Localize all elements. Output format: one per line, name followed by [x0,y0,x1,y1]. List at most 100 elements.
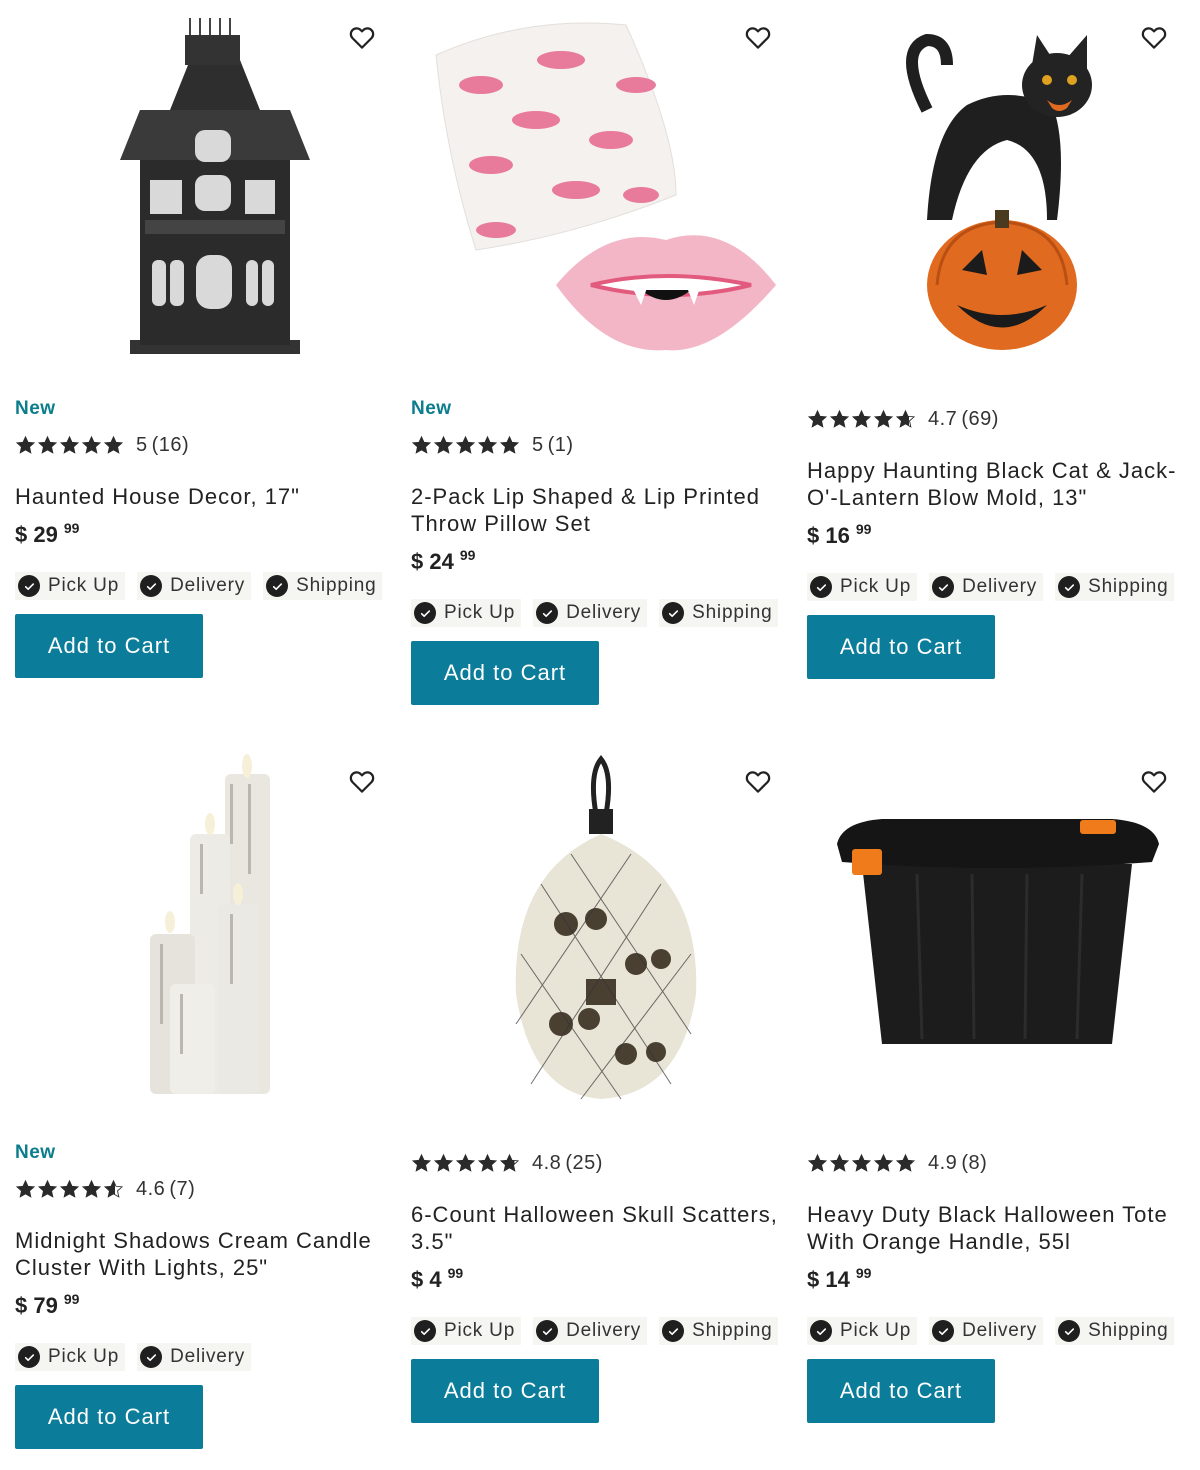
new-badge: New [411,398,452,419]
check-circle-icon [414,602,436,624]
add-to-cart-button[interactable]: Add to Cart [411,1359,599,1423]
price-dollars: $ 14 [807,1267,850,1292]
check-circle-icon [140,575,163,597]
price-dollars: $ 29 [15,522,58,547]
star-icon [103,1179,124,1198]
star-icon [59,435,80,454]
add-to-cart-button[interactable]: Add to Cart [807,1359,995,1423]
star-icon [81,435,102,454]
rating-value: 4.9 [928,1152,958,1174]
add-to-cart-button[interactable]: Add to Cart [15,614,203,678]
check-circle-icon [810,576,832,598]
fulfillment-options: Pick Up Delivery [15,1343,395,1371]
add-to-cart-button[interactable]: Add to Cart [15,1385,203,1449]
add-to-cart-button[interactable]: Add to Cart [807,615,995,679]
review-count[interactable]: (69) [961,408,999,431]
rating: 4.8 (25) [411,1152,791,1175]
product-title[interactable]: 6-Count Halloween Skull Scatters, 3.5" [411,1201,791,1255]
product-price: $ 79 99 [15,1291,395,1319]
star-icon [499,435,520,454]
review-count[interactable]: (1) [548,434,574,457]
star-icon [499,1153,520,1172]
fulfillment-options: Pick Up Delivery Shipping [411,1317,791,1345]
product-image-container[interactable] [15,744,395,1114]
fulfillment-label: Pick Up [48,575,120,596]
product-title[interactable]: Midnight Shadows Cream Candle Cluster Wi… [15,1227,395,1281]
product-image-container[interactable] [411,744,791,1114]
fulfillment-pickup: Pick Up [807,1317,918,1345]
fulfillment-delivery: Delivery [137,572,252,600]
star-icon [895,409,916,428]
product-image-container[interactable] [807,0,1187,370]
haunted-house-image [120,18,310,354]
product-image-container[interactable] [411,0,791,370]
review-count[interactable]: (16) [152,434,190,457]
check-circle-icon [536,602,559,624]
price-cents: 99 [63,1291,80,1307]
star-rating-icons [411,1153,520,1174]
review-count[interactable]: (8) [961,1152,987,1175]
star-icon [455,435,476,454]
rating: 4.7 (69) [807,408,1187,431]
heart-icon[interactable] [1139,766,1169,796]
fulfillment-pickup: Pick Up [411,1317,522,1345]
fulfillment-label: Pick Up [444,1320,516,1341]
star-icon [873,1153,894,1172]
check-circle-icon [1058,576,1081,598]
fulfillment-label: Delivery [170,1346,246,1367]
star-icon [851,409,872,428]
skull-scatters-image [515,754,697,1100]
fulfillment-delivery: Delivery [929,573,1044,601]
review-count[interactable]: (25) [565,1152,603,1175]
fulfillment-delivery: Delivery [137,1343,252,1371]
heart-icon[interactable] [743,766,773,796]
fulfillment-label: Delivery [962,1320,1038,1341]
new-badge: New [15,1142,56,1163]
product-price: $ 14 99 [807,1265,1187,1293]
fulfillment-label: Delivery [962,576,1038,597]
fulfillment-label: Pick Up [444,602,516,623]
fulfillment-delivery: Delivery [929,1317,1044,1345]
review-count[interactable]: (7) [169,1178,195,1201]
heart-icon[interactable] [1139,22,1169,52]
rating-value: 5 [532,434,544,456]
price-dollars: $ 79 [15,1293,58,1318]
fulfillment-shipping: Shipping [1055,1317,1175,1345]
star-icon [851,1153,872,1172]
heart-icon[interactable] [347,766,377,796]
check-circle-icon [18,575,40,597]
product-title[interactable]: Happy Haunting Black Cat & Jack-O'-Lante… [807,457,1187,511]
star-icon [477,435,498,454]
product-image-container[interactable] [15,0,395,370]
check-circle-icon [266,575,289,597]
fulfillment-options: Pick Up Delivery Shipping [807,1317,1187,1345]
add-to-cart-button[interactable]: Add to Cart [411,641,599,705]
check-circle-icon [536,1320,559,1342]
heart-icon[interactable] [743,22,773,52]
heart-icon[interactable] [347,22,377,52]
star-rating-icons [15,1179,124,1200]
product-image-container[interactable] [807,744,1187,1114]
product-title[interactable]: Haunted House Decor, 17" [15,483,395,510]
fulfillment-options: Pick Up Delivery Shipping [411,599,791,627]
product-card: New 5 (1) 2-Pack Lip Shaped & Lip Printe… [411,0,791,705]
product-title[interactable]: 2-Pack Lip Shaped & Lip Printed Throw Pi… [411,483,791,537]
fulfillment-label: Shipping [1088,576,1169,597]
fulfillment-label: Shipping [692,1320,773,1341]
fulfillment-shipping: Shipping [659,1317,779,1345]
product-card: 4.7 (69) Happy Haunting Black Cat & Jack… [807,0,1187,679]
rating-value: 4.6 [136,1178,166,1200]
star-icon [433,1153,454,1172]
rating: 5 (1) [411,434,791,457]
check-circle-icon [140,1346,163,1368]
product-title[interactable]: Heavy Duty Black Halloween Tote With Ora… [807,1201,1187,1255]
star-icon [829,409,850,428]
fulfillment-pickup: Pick Up [411,599,522,627]
price-dollars: $ 16 [807,523,850,548]
fulfillment-label: Shipping [296,575,377,596]
check-circle-icon [932,1320,955,1342]
product-price: $ 24 99 [411,547,791,575]
check-circle-icon [932,576,955,598]
check-circle-icon [414,1320,436,1342]
product-card: 4.8 (25) 6-Count Halloween Skull Scatter… [411,744,791,1423]
